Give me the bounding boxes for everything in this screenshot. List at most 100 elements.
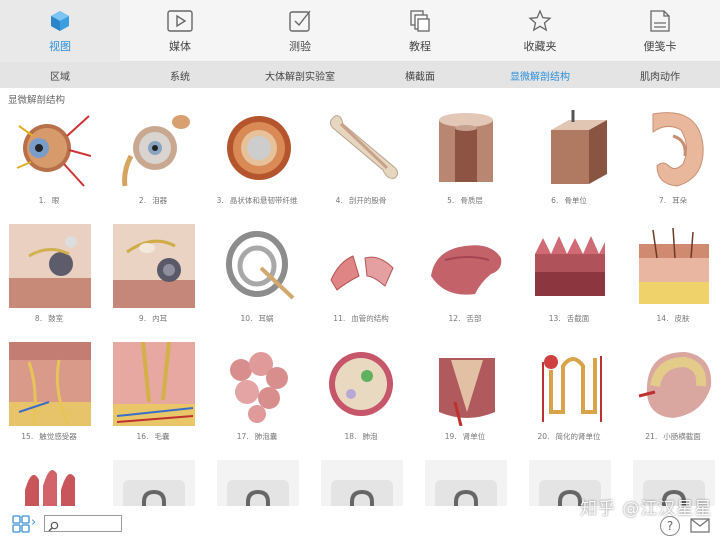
model-tile[interactable]: 10. 耳蜗: [211, 224, 315, 323]
model-caption: 5. 骨质层: [413, 195, 517, 206]
search-box: [44, 515, 122, 532]
model-label: 肺泡: [362, 432, 378, 441]
tab-view[interactable]: 视图: [0, 0, 120, 62]
model-tile[interactable]: 1. 眼: [3, 106, 107, 205]
model-tile[interactable]: [3, 460, 107, 506]
subtab-muscle-actions[interactable]: 肌肉动作: [600, 62, 720, 88]
model-caption: 4. 剖开的股骨: [309, 195, 413, 206]
star-icon: [525, 8, 555, 34]
model-grid: 1. 眼 2. 泪器 3. 晶状体和悬韧带纤维 4. 剖开的股骨 5. 骨质层 6. 骨单位 7. 耳朵 8…: [0, 106, 720, 506]
model-tile[interactable]: 13. 舌截面: [523, 224, 627, 323]
model-label: 内耳: [152, 314, 168, 323]
model-tile[interactable]: 4. 剖开的股骨: [315, 106, 419, 205]
subtab-systems[interactable]: 系统: [120, 62, 240, 88]
model-tile[interactable]: 20. 简化的肾单位: [523, 342, 627, 441]
model-tile[interactable]: 17. 肺泡囊: [211, 342, 315, 441]
model-label: 血管的结构: [351, 314, 389, 323]
model-label: 舌部: [466, 314, 482, 323]
model-number: 13.: [548, 314, 561, 323]
model-tile[interactable]: 12. 舌部: [419, 224, 523, 323]
model-thumbnail: [113, 224, 195, 308]
model-thumbnail: [425, 342, 507, 426]
model-number: 7.: [658, 196, 667, 205]
cube-icon: [45, 8, 75, 34]
search-input[interactable]: [61, 517, 119, 530]
subtab-regions[interactable]: 区域: [0, 62, 120, 88]
model-caption: 12. 舌部: [413, 313, 517, 324]
model-tile[interactable]: 9. 内耳: [107, 224, 211, 323]
play-icon: [165, 8, 195, 34]
model-label: 晶状体和悬韧带纤维: [229, 196, 298, 205]
model-number: 17.: [236, 432, 249, 441]
locked-model-tile[interactable]: [315, 460, 419, 506]
model-tile[interactable]: 18. 肺泡: [315, 342, 419, 441]
model-tile[interactable]: 16. 毛囊: [107, 342, 211, 441]
model-number: 15.: [21, 432, 34, 441]
model-caption: 14. 皮肤: [621, 313, 720, 324]
subtab-cross-sections[interactable]: 横截面: [360, 62, 480, 88]
model-label: 触觉感受器: [39, 432, 77, 441]
tab-view-label: 视图: [49, 40, 71, 53]
tab-media[interactable]: 媒体: [120, 0, 240, 62]
model-thumbnail: [9, 106, 91, 190]
copy-icon: [405, 8, 435, 34]
model-number: 10.: [240, 314, 253, 323]
model-number: 2.: [138, 196, 147, 205]
model-label: 小肠横截面: [663, 432, 701, 441]
model-caption: 3. 晶状体和悬韧带纤维: [205, 195, 309, 206]
locked-model-tile[interactable]: [211, 460, 315, 506]
envelope-icon[interactable]: [690, 518, 710, 537]
model-caption: 11. 血管的结构: [309, 313, 413, 324]
locked-model-tile[interactable]: [107, 460, 211, 506]
model-tile[interactable]: 14. 皮肤: [627, 224, 720, 323]
model-thumbnail: [217, 342, 299, 426]
tab-notecards[interactable]: 便笺卡: [600, 0, 720, 62]
model-tile[interactable]: 7. 耳朵: [627, 106, 720, 205]
model-number: 1.: [38, 196, 46, 205]
model-thumbnail: [217, 106, 299, 190]
model-caption: 6. 骨单位: [517, 195, 621, 206]
model-tile[interactable]: 11. 血管的结构: [315, 224, 419, 323]
model-caption: 13. 舌截面: [517, 313, 621, 324]
model-tile[interactable]: 15. 触觉感受器: [3, 342, 107, 441]
model-tile[interactable]: 19. 肾单位: [419, 342, 523, 441]
model-thumbnail: [425, 224, 507, 308]
help-button[interactable]: ?: [660, 516, 680, 536]
model-tile[interactable]: 2. 泪器: [107, 106, 211, 205]
model-tile[interactable]: 21. 小肠横截面: [627, 342, 720, 441]
model-tile[interactable]: 6. 骨单位: [523, 106, 627, 205]
lock-icon: [425, 460, 507, 506]
subtab-microanatomy[interactable]: 显微解剖结构: [480, 62, 600, 88]
model-tile[interactable]: 5. 骨质层: [419, 106, 523, 205]
model-label: 肺泡囊: [254, 432, 278, 441]
tab-notecards-label: 便笺卡: [643, 40, 677, 53]
locked-model-tile[interactable]: [419, 460, 523, 506]
model-label: 简化的肾单位: [555, 432, 601, 441]
model-thumbnail: [9, 342, 91, 426]
model-caption: 2. 泪器: [101, 195, 205, 206]
model-label: 骨质层: [460, 196, 483, 205]
subtab-gross-anatomy-lab[interactable]: 大体解剖实验室: [240, 62, 360, 88]
lock-icon: [113, 460, 195, 506]
model-caption: 17. 肺泡囊: [205, 431, 309, 442]
model-thumbnail: [9, 460, 91, 506]
tab-tutorial[interactable]: 教程: [360, 0, 480, 62]
model-tile[interactable]: 8. 鼓室: [3, 224, 107, 323]
model-thumbnail: [9, 224, 91, 308]
model-label: 泪器: [152, 196, 168, 205]
model-label: 耳朵: [672, 196, 688, 205]
model-label: 皮肤: [674, 314, 690, 323]
model-tile[interactable]: 3. 晶状体和悬韧带纤维: [211, 106, 315, 205]
model-thumbnail: [321, 106, 403, 190]
tab-favorites[interactable]: 收藏夹: [480, 0, 600, 62]
tab-quiz[interactable]: 测验: [240, 0, 360, 62]
model-label: 耳蜗: [258, 314, 274, 323]
main-tab-bar: 视图 媒体 测验 教程 收藏夹 便笺卡: [0, 0, 720, 62]
model-caption: 21. 小肠横截面: [621, 431, 720, 442]
model-label: 鼓室: [48, 314, 64, 323]
tab-favorites-label: 收藏夹: [523, 40, 557, 53]
grid-view-icon[interactable]: [12, 515, 30, 533]
model-number: 21.: [645, 432, 658, 441]
chevron-right-icon[interactable]: ›: [31, 515, 36, 530]
model-caption: 7. 耳朵: [621, 195, 720, 206]
